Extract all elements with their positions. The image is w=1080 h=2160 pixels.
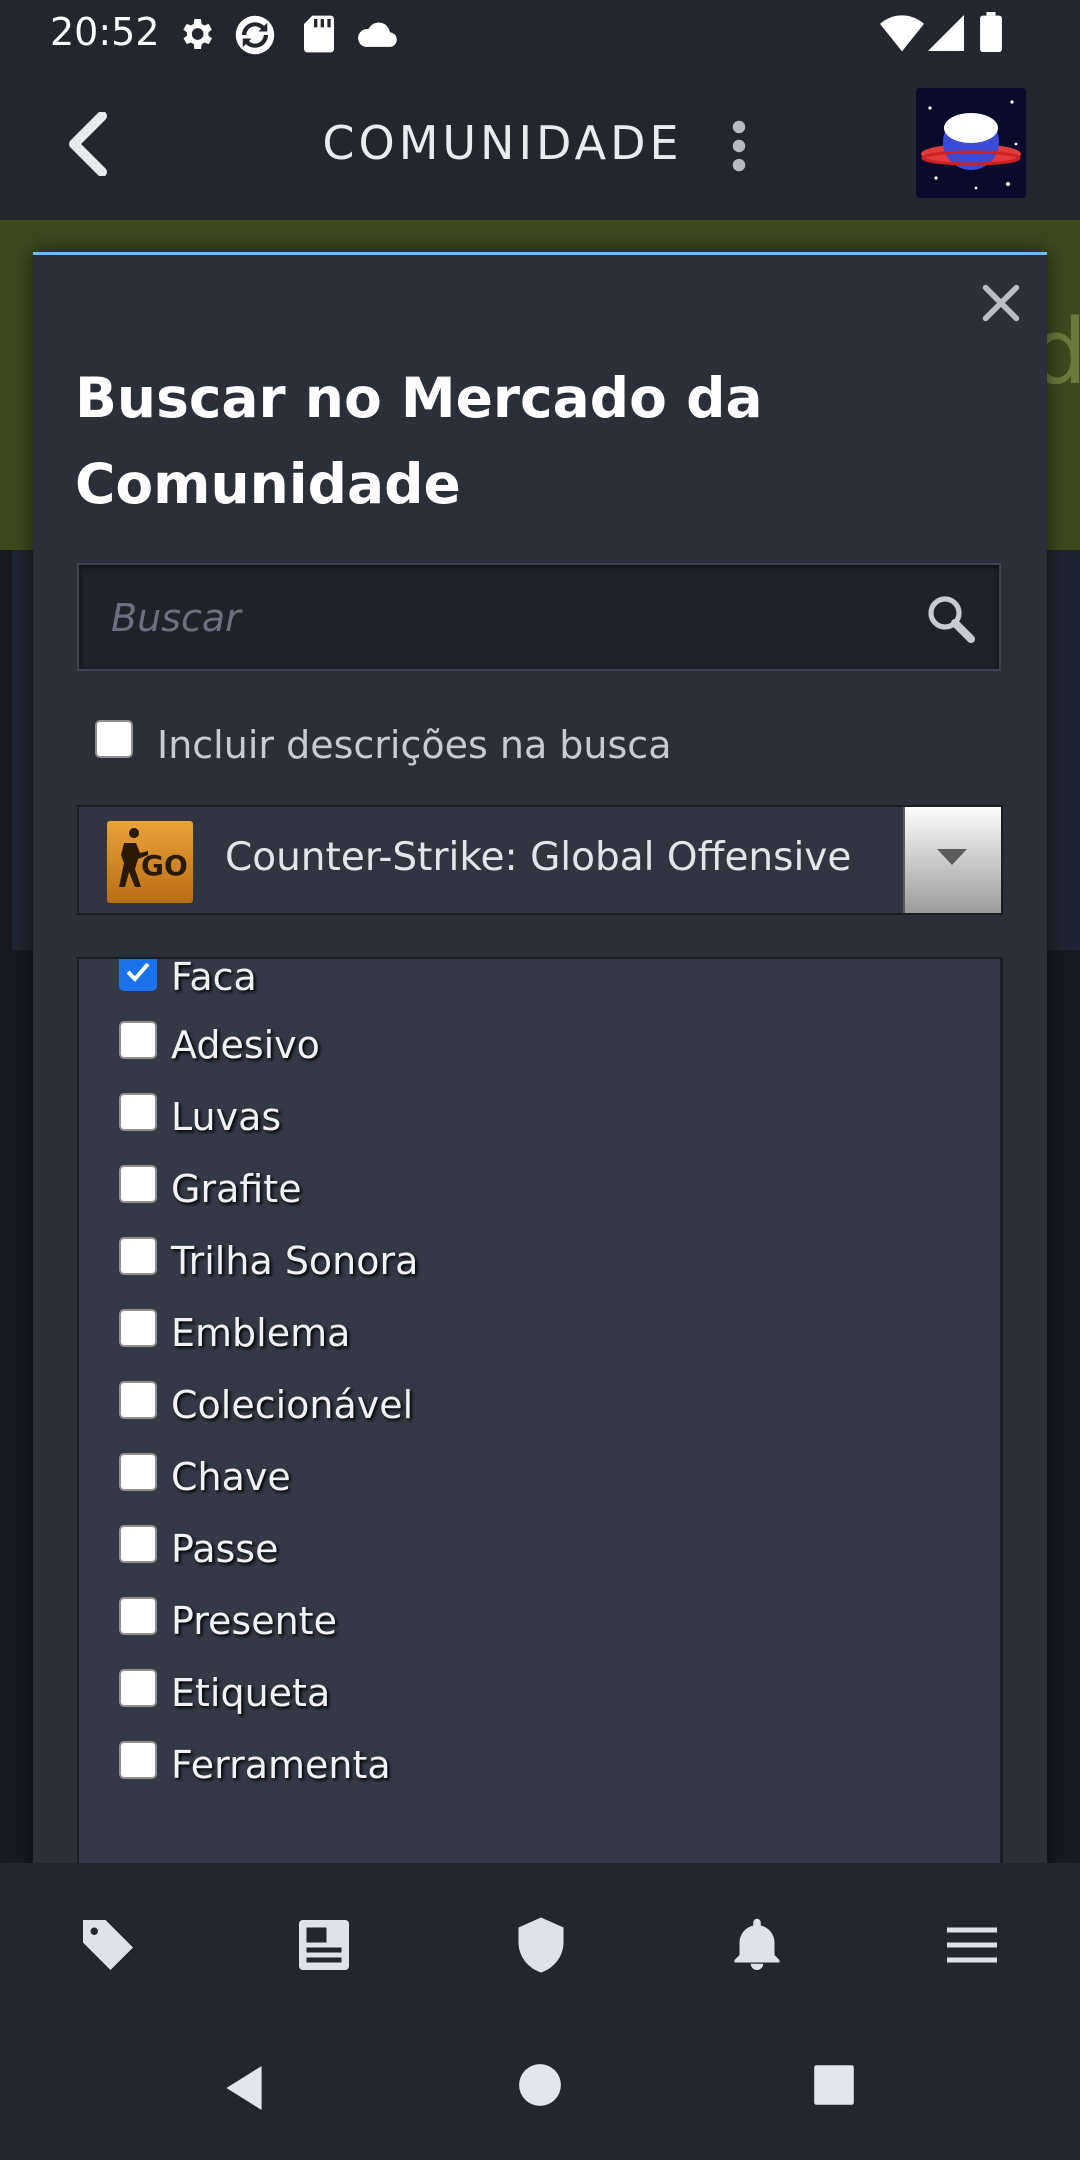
type-checkbox[interactable] [119,1021,157,1059]
type-label: Etiqueta [171,1671,331,1715]
type-label: Luvas [171,1095,282,1139]
sd-card-icon [304,15,334,53]
include-descriptions-label: Incluir descrições na busca [157,723,672,767]
status-bar: 20:52 [0,0,1080,68]
type-checkbox[interactable] [119,1669,157,1707]
settings-icon [183,19,212,49]
news-icon[interactable] [294,1915,354,1975]
game-select[interactable]: GO Counter-Strike: Global Offensive [77,805,1003,915]
close-icon[interactable] [979,281,1023,325]
type-label: Emblema [171,1311,351,1355]
type-checkbox[interactable] [119,1309,157,1347]
back-triangle-icon[interactable] [222,2063,266,2113]
app-header: COMUNIDADE [0,68,1080,220]
menu-icon[interactable] [942,1915,1002,1975]
status-time: 20:52 [50,10,160,54]
bottom-nav [0,1863,1080,2023]
shield-icon[interactable] [511,1915,571,1975]
sync-icon [235,15,275,55]
search-input[interactable] [109,585,893,651]
type-label: Trilha Sonora [171,1239,419,1283]
more-vert-icon[interactable] [724,120,754,172]
type-checkbox[interactable] [119,1597,157,1635]
system-nav-bar [0,2023,1080,2160]
type-checkbox[interactable] [119,1165,157,1203]
game-dropdown-button[interactable] [903,807,1001,913]
type-label: Passe [171,1527,279,1571]
type-label: Ferramenta [171,1743,391,1787]
type-checkbox[interactable] [119,1237,157,1275]
type-checkbox[interactable] [119,1741,157,1779]
item-type-list[interactable]: Faca Adesivo Luvas Grafite Trilha Sonora… [77,957,1003,1877]
home-circle-icon[interactable] [518,2063,562,2107]
type-checkbox-faca[interactable] [119,959,157,991]
wifi-icon [880,15,924,52]
dropdown-arrow-icon [937,849,967,865]
game-logo-text: GO [141,849,188,882]
bell-icon[interactable] [727,1915,787,1975]
type-label: Adesivo [171,1023,320,1067]
type-checkbox[interactable] [119,1093,157,1131]
type-label: Chave [171,1455,291,1499]
signal-icon [928,15,964,51]
type-label: Presente [171,1599,337,1643]
type-checkbox[interactable] [119,1525,157,1563]
cloud-icon [358,22,397,47]
type-checkbox[interactable] [119,1381,157,1419]
page-title: COMUNIDADE [322,116,683,170]
checkmark-icon [126,962,150,982]
avatar[interactable] [916,88,1026,198]
game-select-value: Counter-Strike: Global Offensive [225,835,852,880]
tag-icon[interactable] [78,1915,138,1975]
type-label: Faca [171,957,257,999]
modal-title: Buscar no Mercado da Comunidade [75,366,763,516]
market-search-modal: Buscar no Mercado da Comunidade Incluir … [33,252,1047,1877]
avatar-image [916,88,1026,198]
type-label: Grafite [171,1167,302,1211]
type-checkbox[interactable] [119,1453,157,1491]
recents-square-icon[interactable] [812,2063,856,2107]
csgo-logo-icon: GO [107,821,193,903]
include-descriptions-checkbox[interactable] [95,720,133,758]
battery-icon [980,12,1002,52]
search-box[interactable] [77,563,1001,671]
search-icon[interactable] [925,593,977,645]
type-label: Colecionável [171,1383,414,1427]
